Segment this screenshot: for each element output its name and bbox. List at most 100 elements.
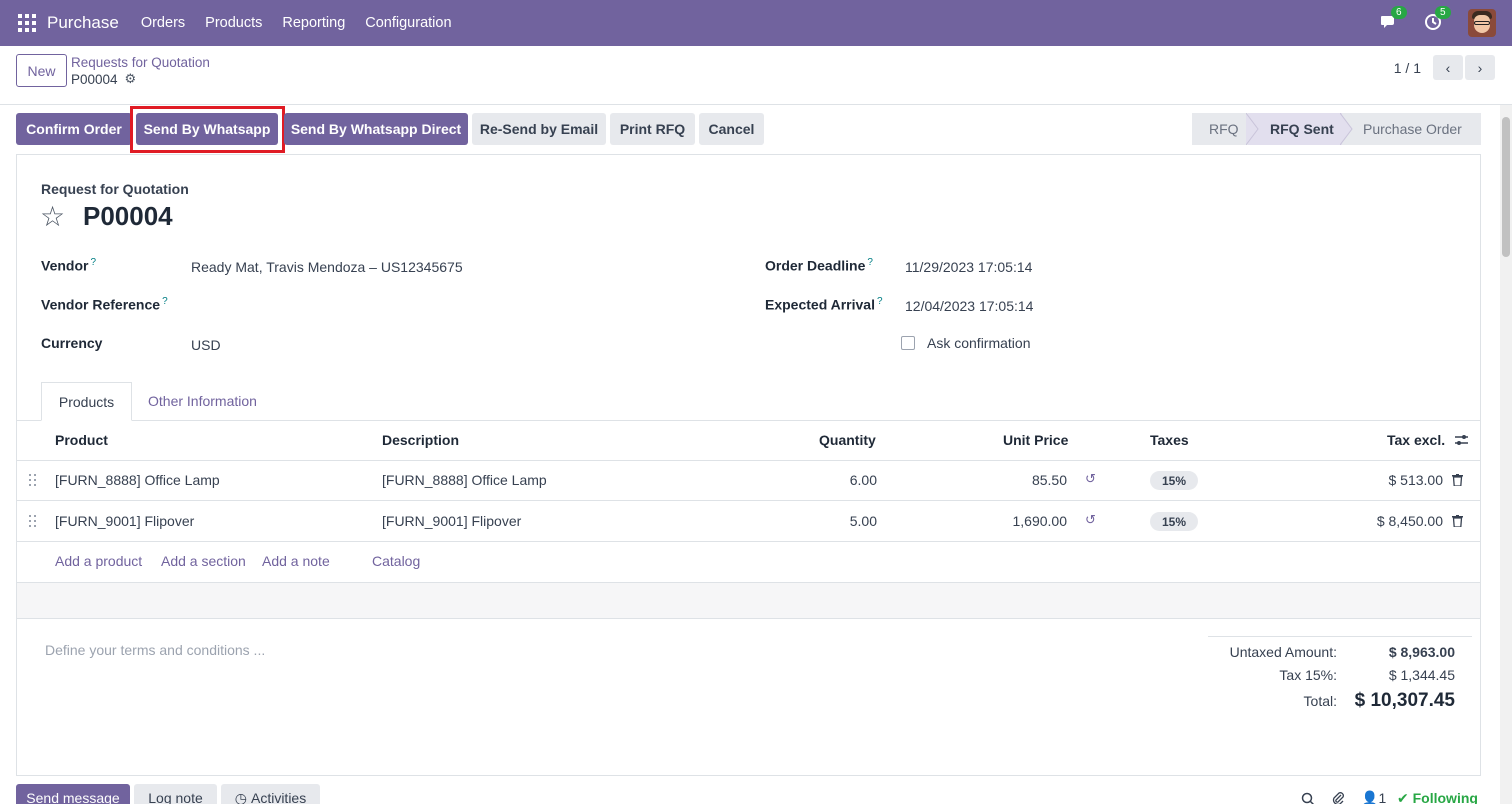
history-icon[interactable]: ↺ — [1085, 512, 1096, 528]
drag-handle-icon[interactable] — [29, 474, 37, 486]
pager-next-button[interactable]: › — [1465, 55, 1495, 80]
chevron-left-icon: ‹ — [1445, 59, 1451, 76]
column-tax-excl[interactable]: Tax excl. — [1387, 432, 1445, 448]
delete-icon[interactable] — [1452, 474, 1463, 486]
row-divider — [17, 460, 1480, 461]
activities-badge: 5 — [1435, 6, 1451, 19]
column-unit-price[interactable]: Unit Price — [1003, 432, 1068, 448]
stage-purchase-order[interactable]: Purchase Order — [1342, 113, 1481, 145]
app-name[interactable]: Purchase — [47, 13, 119, 33]
column-taxes[interactable]: Taxes — [1150, 432, 1189, 448]
page-title: P00004 — [83, 201, 173, 231]
send-message-button[interactable]: Send message — [16, 784, 130, 804]
row1-unit-price[interactable]: 85.50 — [980, 472, 1067, 488]
ask-confirmation-checkbox[interactable] — [901, 336, 915, 350]
row1-tax-badge[interactable]: 15% — [1150, 471, 1198, 490]
row2-product[interactable]: [FURN_9001] Flipover — [55, 513, 194, 529]
column-quantity[interactable]: Quantity — [819, 432, 876, 448]
menu-reporting[interactable]: Reporting — [282, 15, 345, 31]
row2-description[interactable]: [FURN_9001] Flipover — [382, 513, 521, 529]
messages-button[interactable]: 6 — [1380, 6, 1407, 33]
terms-field[interactable]: Define your terms and conditions ... — [45, 642, 265, 658]
vendor-reference-field[interactable] — [191, 296, 711, 316]
tab-other-information[interactable]: Other Information — [148, 393, 257, 409]
row1-quantity[interactable]: 6.00 — [820, 472, 877, 488]
menu-configuration[interactable]: Configuration — [365, 15, 451, 31]
menu-products[interactable]: Products — [205, 15, 262, 31]
confirm-order-button[interactable]: Confirm Order — [16, 113, 132, 145]
user-icon: 👤 — [1361, 790, 1379, 804]
stage-rfq-sent[interactable]: RFQ Sent — [1248, 113, 1342, 145]
add-section-link[interactable]: Add a section — [161, 553, 246, 569]
following-label: Following — [1412, 790, 1478, 804]
breadcrumb-current: P00004 ⚙ — [71, 71, 136, 87]
order-deadline-field[interactable]: 11/29/2023 17:05:14 — [905, 259, 1032, 275]
activities-button[interactable]: 5 — [1424, 6, 1451, 33]
help-icon[interactable]: ? — [90, 257, 96, 268]
gear-icon[interactable]: ⚙ — [125, 71, 137, 87]
order-deadline-label: Order Deadline? — [765, 257, 873, 274]
row1-description[interactable]: [FURN_8888] Office Lamp — [382, 472, 547, 488]
resend-by-email-button[interactable]: Re-Send by Email — [472, 113, 606, 145]
following-button[interactable]: ✔ Following — [1397, 790, 1478, 804]
print-rfq-button[interactable]: Print RFQ — [610, 113, 695, 145]
drag-handle-icon[interactable] — [29, 515, 37, 527]
menu-orders[interactable]: Orders — [141, 15, 185, 31]
chevron-right-icon: › — [1477, 59, 1483, 76]
currency-label: Currency — [41, 335, 103, 351]
scrollbar[interactable] — [1500, 105, 1512, 804]
stage-rfq[interactable]: RFQ — [1192, 113, 1248, 145]
vendor-label: Vendor? — [41, 257, 97, 274]
stage-arrow — [1340, 113, 1353, 145]
table-footer — [17, 582, 1480, 619]
add-product-link[interactable]: Add a product — [55, 553, 142, 569]
totals-divider — [1208, 636, 1472, 637]
apps-menu-icon[interactable] — [18, 14, 36, 32]
breadcrumb-parent[interactable]: Requests for Quotation — [71, 55, 210, 70]
help-icon[interactable]: ? — [877, 296, 883, 307]
status-stages: RFQ RFQ Sent Purchase Order — [1192, 113, 1481, 145]
highlight-box — [130, 106, 285, 153]
tabs-divider — [17, 420, 1480, 421]
top-navbar: Purchase Orders Products Reporting Confi… — [0, 0, 1512, 46]
cancel-button[interactable]: Cancel — [699, 113, 764, 145]
row1-product[interactable]: [FURN_8888] Office Lamp — [55, 472, 220, 488]
stage-arrow — [1246, 113, 1259, 145]
row-divider — [17, 541, 1480, 542]
add-note-link[interactable]: Add a note — [262, 553, 330, 569]
row-divider — [17, 500, 1480, 501]
search-icon[interactable] — [1301, 792, 1315, 804]
help-icon[interactable]: ? — [162, 296, 168, 307]
tax-label: Tax 15%: — [1279, 667, 1337, 683]
followers-button[interactable]: 👤1 — [1361, 790, 1386, 804]
activities-button[interactable]: ◷ Activities — [221, 784, 320, 804]
row2-tax-badge[interactable]: 15% — [1150, 512, 1198, 531]
help-icon[interactable]: ? — [867, 257, 873, 268]
pager-value[interactable]: 1 / 1 — [1394, 60, 1421, 76]
new-button[interactable]: New — [16, 54, 67, 87]
catalog-link[interactable]: Catalog — [372, 553, 420, 569]
log-note-button[interactable]: Log note — [134, 784, 217, 804]
history-icon[interactable]: ↺ — [1085, 471, 1096, 487]
star-icon[interactable]: ☆ — [40, 200, 65, 233]
column-description[interactable]: Description — [382, 432, 459, 448]
untaxed-amount-value: $ 8,963.00 — [1388, 644, 1455, 660]
user-avatar[interactable] — [1468, 9, 1496, 37]
row2-quantity[interactable]: 5.00 — [820, 513, 877, 529]
expected-arrival-field[interactable]: 12/04/2023 17:05:14 — [905, 298, 1033, 314]
ask-confirmation-label: Ask confirmation — [927, 335, 1031, 351]
tab-products[interactable]: Products — [41, 382, 132, 421]
document-type-label: Request for Quotation — [41, 181, 189, 197]
row2-unit-price[interactable]: 1,690.00 — [980, 513, 1068, 529]
optional-columns-icon[interactable] — [1454, 433, 1469, 447]
activities-label: Activities — [250, 790, 307, 804]
divider — [0, 104, 1512, 105]
delete-icon[interactable] — [1452, 515, 1463, 527]
tax-value: $ 1,344.45 — [1388, 667, 1455, 683]
column-product[interactable]: Product — [55, 432, 108, 448]
pager-previous-button[interactable]: ‹ — [1433, 55, 1463, 80]
currency-field[interactable]: USD — [191, 337, 221, 353]
vendor-field[interactable]: Ready Mat, Travis Mendoza – US12345675 — [191, 259, 463, 275]
paperclip-icon[interactable] — [1331, 791, 1345, 804]
send-by-whatsapp-direct-button[interactable]: Send By Whatsapp Direct — [284, 113, 468, 145]
